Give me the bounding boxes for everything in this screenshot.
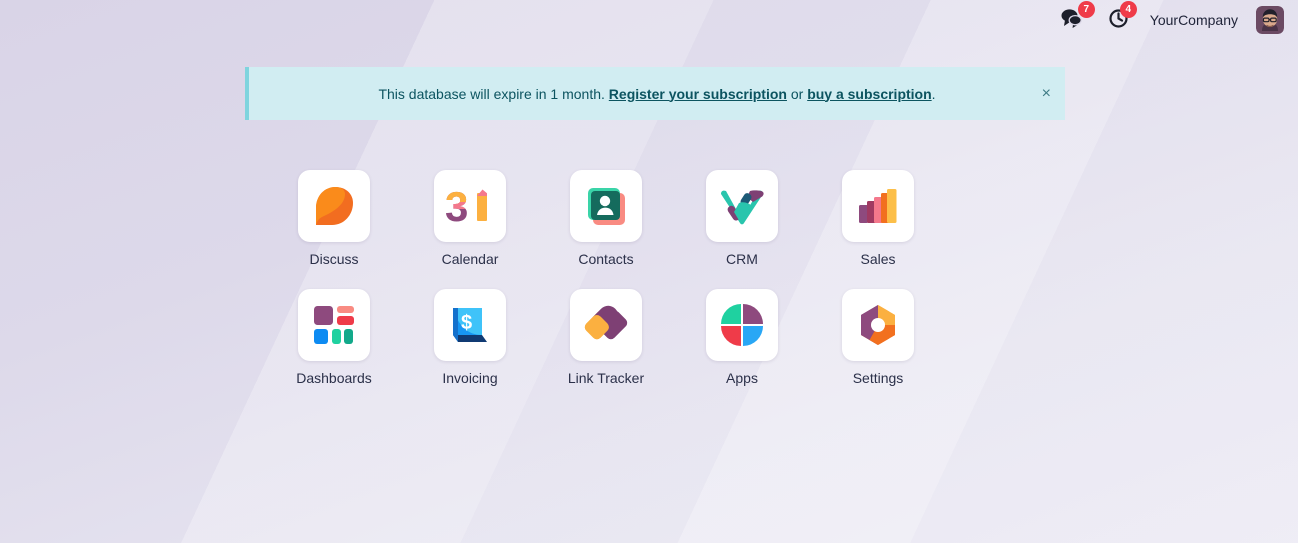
company-menu[interactable]: YourCompany <box>1150 12 1238 28</box>
invoicing-icon: $ <box>448 302 492 348</box>
calendar-icon: 3 3 3 <box>444 182 496 230</box>
settings-icon-box <box>842 289 914 361</box>
messages-badge: 7 <box>1077 1 1095 18</box>
alert-text-before: This database will expire in 1 month. <box>378 85 605 102</box>
apps-icon-box <box>706 289 778 361</box>
calendar-icon-box: 3 3 3 <box>434 170 506 242</box>
app-label: Dashboards <box>296 370 372 386</box>
app-label: Contacts <box>578 251 634 267</box>
apps-grid: Discuss 3 3 3 Calendar Contacts CRM Sale… <box>266 170 1046 408</box>
alert-message: This database will expire in 1 month. Re… <box>378 86 935 102</box>
app-tile-contacts[interactable]: Contacts <box>538 170 674 267</box>
app-tile-settings[interactable]: Settings <box>810 289 946 386</box>
app-tile-invoicing[interactable]: $ Invoicing <box>402 289 538 386</box>
app-label: Calendar <box>441 251 499 267</box>
app-tile-dashboards[interactable]: Dashboards <box>266 289 402 386</box>
crm-icon <box>717 184 767 228</box>
alert-text-middle: or <box>790 85 804 102</box>
link-tracker-icon <box>581 303 631 347</box>
app-launcher-page: 7 4 YourCompany This database will expir… <box>0 0 1298 543</box>
settings-icon <box>855 302 901 348</box>
buy-subscription-link[interactable]: buy a subscription <box>807 86 931 102</box>
app-tile-apps[interactable]: Apps <box>674 289 810 386</box>
avatar[interactable] <box>1256 6 1284 34</box>
subscription-expiry-alert: This database will expire in 1 month. Re… <box>245 67 1065 120</box>
contacts-icon-box <box>570 170 642 242</box>
alert-text-after: . <box>931 85 936 102</box>
close-icon[interactable]: × <box>1042 85 1051 102</box>
app-tile-crm[interactable]: CRM <box>674 170 810 267</box>
app-label: Apps <box>726 370 758 386</box>
top-system-bar: 7 4 YourCompany <box>0 0 1298 40</box>
app-label: Sales <box>860 251 896 267</box>
app-label: Link Tracker <box>567 370 645 386</box>
messages-menu[interactable]: 7 <box>1060 0 1095 40</box>
app-tile-link-tracker[interactable]: Link Tracker <box>538 289 674 386</box>
app-label: Settings <box>852 370 904 386</box>
dashboards-icon <box>311 304 357 346</box>
app-label: CRM <box>726 251 758 267</box>
app-tile-sales[interactable]: Sales <box>810 170 946 267</box>
app-tile-discuss[interactable]: Discuss <box>266 170 402 267</box>
sales-icon <box>855 183 901 229</box>
activities-badge: 4 <box>1119 1 1137 18</box>
invoicing-icon-box: $ <box>434 289 506 361</box>
register-subscription-link[interactable]: Register your subscription <box>609 86 787 102</box>
app-label: Discuss <box>309 251 359 267</box>
app-tile-calendar[interactable]: 3 3 3 Calendar <box>402 170 538 267</box>
discuss-icon <box>310 182 358 230</box>
apps-icon <box>719 302 765 348</box>
app-label: Invoicing <box>442 370 498 386</box>
svg-text:$: $ <box>461 312 472 334</box>
link-tracker-icon-box <box>570 289 642 361</box>
dashboards-icon-box <box>298 289 370 361</box>
sales-icon-box <box>842 170 914 242</box>
activities-menu[interactable]: 4 <box>1108 0 1137 40</box>
crm-icon-box <box>706 170 778 242</box>
contacts-icon <box>582 182 630 230</box>
discuss-icon-box <box>298 170 370 242</box>
